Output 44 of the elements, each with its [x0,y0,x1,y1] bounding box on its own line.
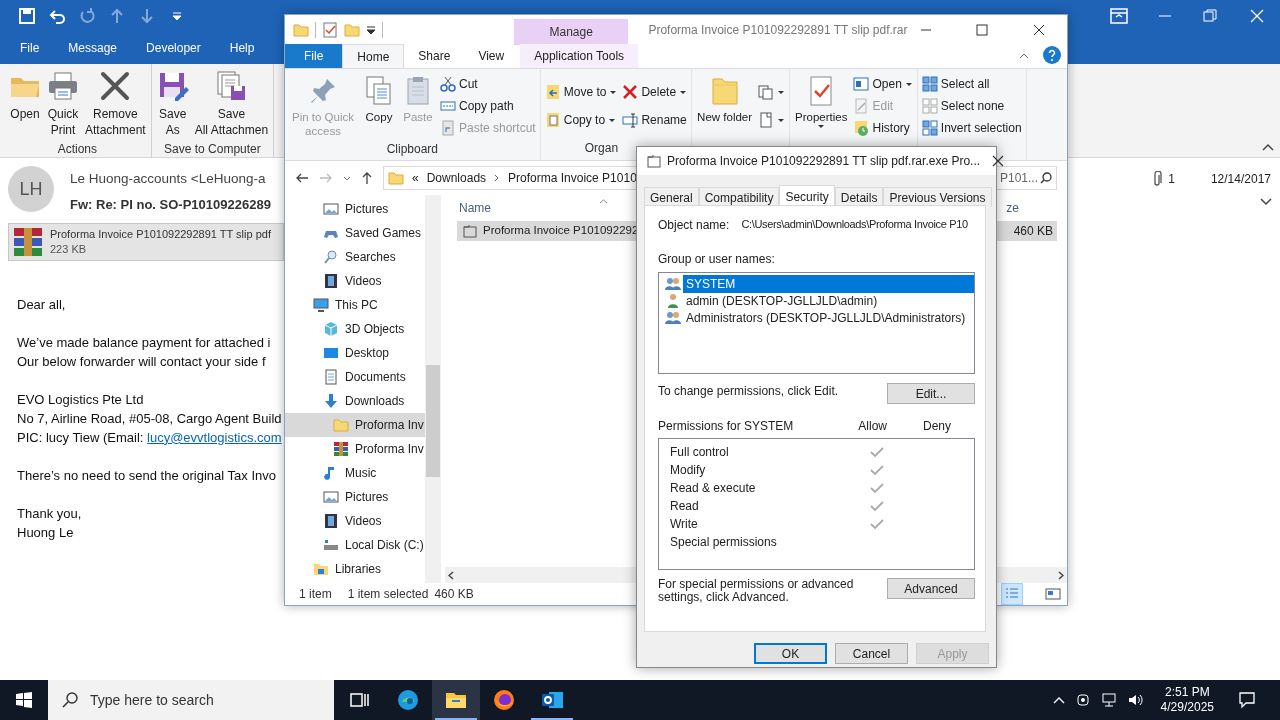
dialog-title: Proforma Invoice P101092292891 TT slip pdf.rar.exe Pro... [667,153,981,170]
hint-text: For special permissions or advanced settings, click Advanced. [658,578,855,604]
group-label: Actions [57,141,98,158]
body-text: Dear all, [17,296,66,312]
permission-name: Write [670,516,699,533]
item-count: 1 item [299,586,332,603]
file-name: Proforma Invoice P101092292 [483,223,639,239]
body-text: There’s no need to send the original Tax Invo [17,467,276,483]
message-date: 12/14/2017 [1210,171,1271,188]
attachment-count: 1 [1168,171,1175,188]
subject: Fw: Re: PI no. SO-P10109226289 [70,196,271,215]
permissions-label: Permissions for SYSTEM [658,418,794,435]
column-header: Allow [858,418,887,435]
body-text: No 7, Airline Road, #05-08, Cargo Agent Build [17,410,282,426]
permission-name: Special permissions [670,534,778,551]
user-name: SYSTEM [683,274,974,293]
permission-name: Modify [670,462,707,479]
body-text: Huong Le [17,524,74,540]
selection-info: 1 item selected [347,586,429,603]
selection-size: 460 KB [434,586,474,603]
field-label: Object name: [658,217,730,234]
window-title: Proforma Invoice P101092292891 TT slip pdf.rar [648,22,908,39]
group-label: Clipboard [386,141,439,158]
context-tab-header: Manage [513,19,629,45]
body-text: Thank you, [17,505,82,521]
file-size: 460 KB [1013,223,1053,240]
hint-text: To change permissions, click Edit. [658,383,839,400]
user-name: admin (DESKTOP-JGLLJLD\admin) [685,292,879,310]
group-label: Save to Computer [164,141,261,158]
avatar: LH [8,166,54,212]
object-name: C:\Users\admin\Downloads\Proforma Invoice P10 [741,217,968,232]
body-text: EVO Logistics Pte Ltd [17,391,144,407]
field-label: Group or user names: [658,251,776,268]
body-text: Our below forwarder will contact your side f [17,353,266,369]
permission-name: Read [670,498,700,515]
body-text: PIC: lucy Tiew (Email: [17,429,144,445]
body-text: We’ve made balance payment for attached i [17,334,271,350]
column-header: Deny [923,418,951,435]
attachment-size: 223 KB [50,241,88,257]
sender: Le Huong-accounts <LeHuong-a [70,170,267,188]
permission-name: Read & execute [670,480,757,497]
permission-name: Full control [670,444,730,461]
group-label: Organ [584,140,619,157]
attachment-name: Proforma Invoice P101092292891 TT slip pdf [50,226,271,242]
